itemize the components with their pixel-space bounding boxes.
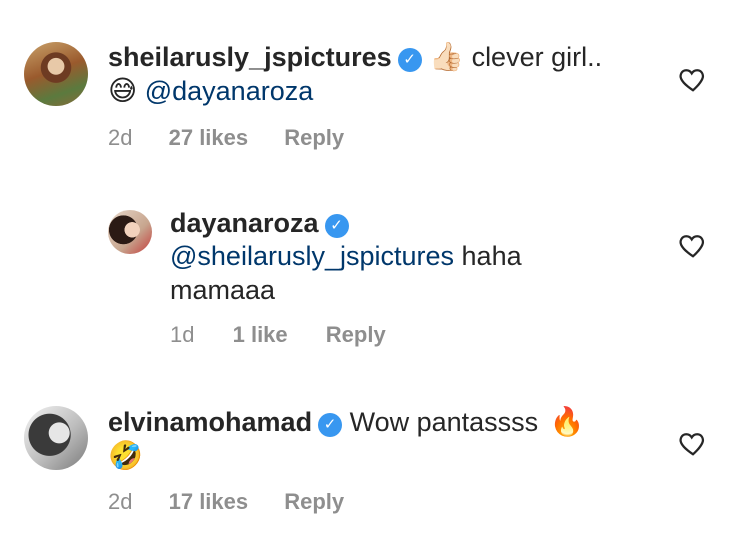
- comment-text: clever girl..: [471, 42, 603, 72]
- fire-emoji: 🔥: [549, 406, 585, 437]
- verified-badge-icon: ✓: [318, 413, 343, 437]
- username[interactable]: dayanaroza: [170, 208, 319, 238]
- reply-button[interactable]: Reply: [326, 322, 386, 347]
- comment-age: 1d: [170, 322, 195, 347]
- likes-count[interactable]: 1 like: [233, 322, 288, 347]
- heart-icon[interactable]: [678, 428, 708, 458]
- sweat-smile-emoji: 😅: [108, 75, 138, 106]
- avatar[interactable]: [24, 406, 88, 470]
- comment-meta: 2d 17 likes Reply: [108, 489, 344, 515]
- comment-line-2: 😅 @dayanaroza: [108, 74, 313, 108]
- reply-button[interactable]: Reply: [284, 125, 344, 150]
- comment-text: Wow pantassss: [349, 407, 539, 437]
- comment-header: elvinamohamad ✓ Wow pantassss 🔥: [108, 405, 585, 439]
- likes-count[interactable]: 27 likes: [169, 125, 249, 150]
- likes-count[interactable]: 17 likes: [169, 489, 249, 514]
- username[interactable]: elvinamohamad: [108, 407, 312, 437]
- verified-badge-icon: ✓: [397, 48, 422, 72]
- comment-line-2: 🤣: [108, 439, 143, 473]
- comment-text-continued: mamaaa: [170, 275, 276, 305]
- thumbs-up-emoji: 👍🏻: [429, 41, 465, 72]
- mention-link[interactable]: @sheilarusly_jspictures: [170, 241, 454, 271]
- comment-age: 2d: [108, 125, 133, 150]
- comment-age: 2d: [108, 489, 133, 514]
- heart-icon[interactable]: [678, 64, 708, 94]
- comment-header: sheilarusly_jspictures ✓ 👍🏻 clever girl..: [108, 40, 602, 74]
- comment-meta: 1d 1 like Reply: [170, 322, 386, 348]
- reply-button[interactable]: Reply: [284, 489, 344, 514]
- rofl-emoji: 🤣: [108, 440, 143, 471]
- comment-meta: 2d 27 likes Reply: [108, 125, 344, 151]
- username[interactable]: sheilarusly_jspictures: [108, 42, 392, 72]
- comment-header: dayanaroza ✓: [170, 206, 349, 240]
- comment-text: haha: [461, 241, 522, 271]
- mention-link[interactable]: @dayanaroza: [145, 76, 314, 106]
- comment-line-2: @sheilarusly_jspictures haha: [170, 239, 522, 273]
- avatar[interactable]: [108, 210, 152, 254]
- verified-badge-icon: ✓: [324, 214, 349, 238]
- comment-line-3: mamaaa: [170, 273, 275, 307]
- avatar[interactable]: [24, 42, 88, 106]
- heart-icon[interactable]: [678, 230, 708, 260]
